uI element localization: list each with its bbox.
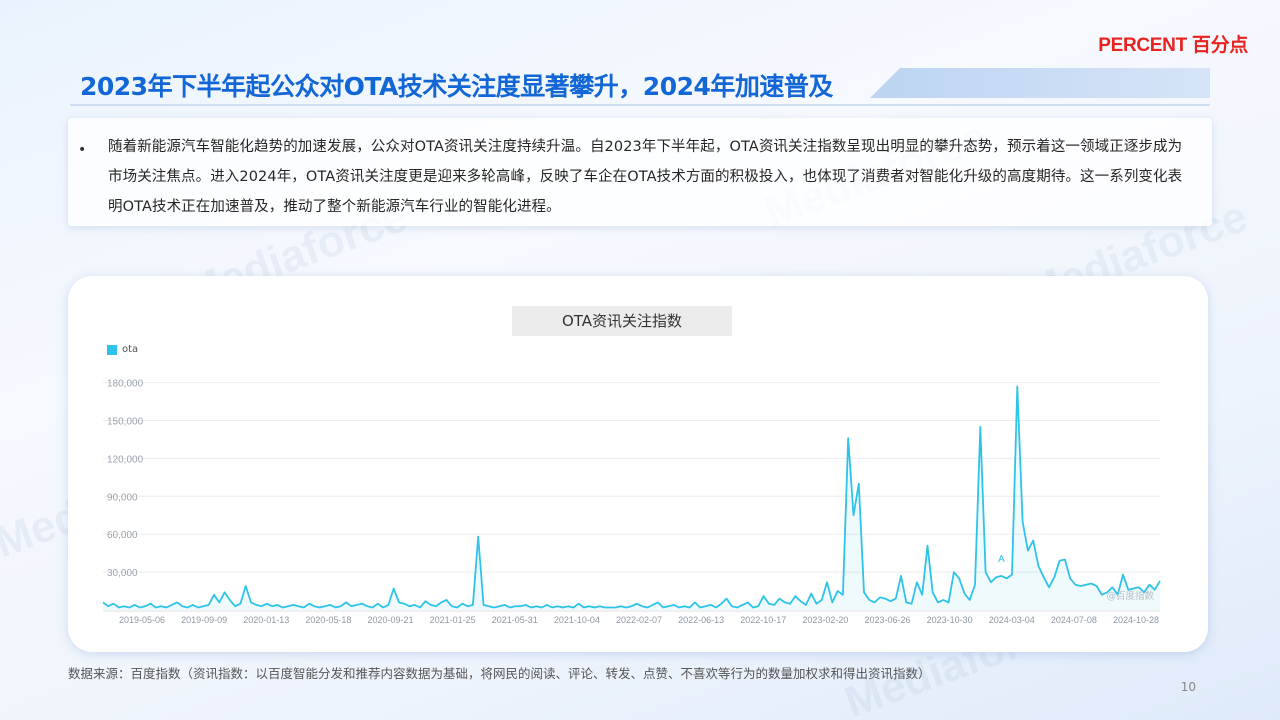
x-tick-label: 2024-07-08 xyxy=(1051,615,1097,625)
x-tick-label: 2023-10-30 xyxy=(927,615,973,625)
source-note: 数据来源：百度指数（资讯指数：以百度智能分发和推荐内容数据为基础，将网民的阅读、… xyxy=(68,666,931,681)
x-tick-label: 2024-03-04 xyxy=(989,615,1035,625)
chart-credit: @百度指数 xyxy=(1106,590,1154,602)
y-tick-label: 180,000 xyxy=(107,379,144,390)
y-tick-label: 60,000 xyxy=(107,530,138,541)
x-tick-label: 2022-10-17 xyxy=(740,615,786,625)
y-tick-label: 30,000 xyxy=(107,568,138,579)
chart-plot[interactable]: 180,000 150,000 120,000 90,000 60,000 30,000 2… xyxy=(0,0,1280,720)
x-tick-label: 2023-06-26 xyxy=(864,615,910,625)
y-tick-label: 150,000 xyxy=(107,416,144,427)
series-line-ota xyxy=(102,385,1161,609)
x-tick-label: 2023-02-20 xyxy=(802,615,848,625)
x-tick-label: 2021-01-25 xyxy=(430,615,476,625)
y-tick-label: 120,000 xyxy=(107,454,144,465)
x-tick-label: 2021-05-31 xyxy=(492,615,538,625)
x-tick-label: 2022-02-07 xyxy=(616,615,662,625)
x-tick-label: 2021-10-04 xyxy=(554,615,600,625)
x-tick-label: 2019-05-06 xyxy=(119,615,165,625)
x-tick-label: 2022-06-13 xyxy=(678,615,724,625)
x-tick-label: 2020-01-13 xyxy=(243,615,289,625)
x-tick-label: 2024-10-28 xyxy=(1113,615,1159,625)
x-tick-label: 2020-05-18 xyxy=(305,615,351,625)
x-tick-label: 2019-09-09 xyxy=(181,615,227,625)
chart-annotation: A xyxy=(998,554,1005,565)
y-tick-label: 90,000 xyxy=(107,492,138,503)
page-number: 10 xyxy=(1180,680,1196,694)
x-tick-label: 2020-09-21 xyxy=(367,615,413,625)
